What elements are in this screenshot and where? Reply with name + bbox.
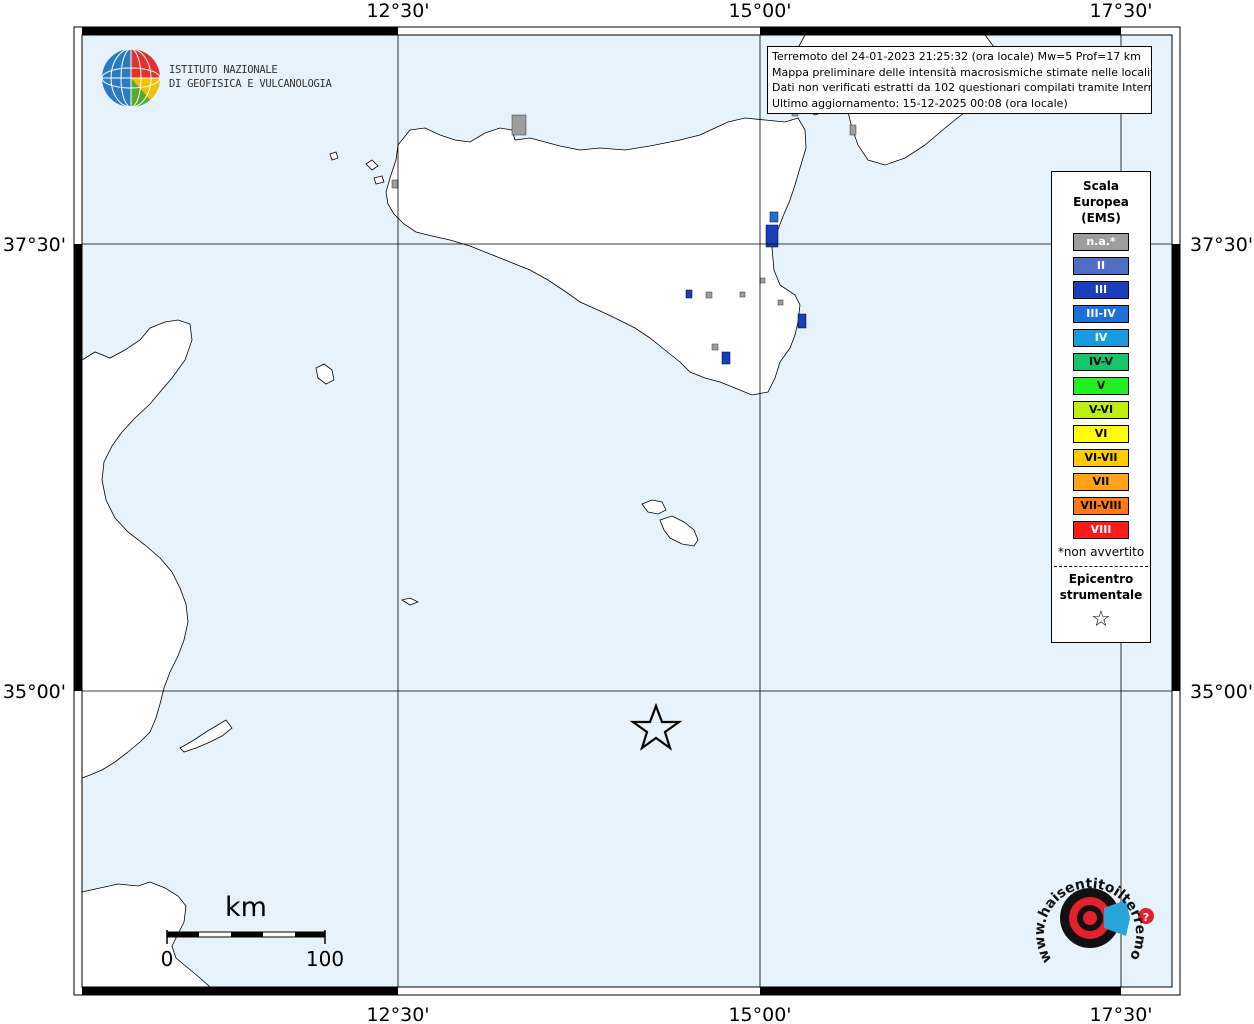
legend-title-line: Europea bbox=[1073, 195, 1129, 209]
intensity-marker bbox=[711, 343, 719, 351]
legend-note: *non avvertito bbox=[1057, 545, 1145, 559]
intensity-marker bbox=[721, 351, 731, 365]
ingv-logo-text: ISTITUTO NAZIONALE DI GEOFISICA E VULCAN… bbox=[169, 63, 332, 91]
intensity-marker bbox=[777, 299, 784, 306]
intensity-marker bbox=[797, 313, 807, 329]
legend-item-iv: IV bbox=[1073, 329, 1129, 347]
legend-item-iv-v: IV-V bbox=[1073, 353, 1129, 371]
legend-item-vi-vii: VI-VII bbox=[1073, 449, 1129, 467]
intensity-marker bbox=[705, 291, 713, 299]
legend-item-v-vi: V-VI bbox=[1073, 401, 1129, 419]
event-info-line: Dati non verificati estratti da 102 ques… bbox=[772, 81, 1152, 94]
lat-label-left: 35°00' bbox=[3, 681, 66, 703]
scale-unit: km bbox=[225, 892, 267, 923]
lat-label-left: 37°30' bbox=[3, 234, 66, 256]
intensity-marker bbox=[739, 291, 746, 298]
legend-title-line: (EMS) bbox=[1081, 211, 1121, 225]
intensity-marker bbox=[849, 124, 857, 136]
legend-divider bbox=[1054, 566, 1148, 567]
legend-items: n.a.* II III III-IV IV IV-V V V-VI VI VI-VII VII VI… bbox=[1052, 233, 1150, 539]
event-info-line: Terremoto del 24-01-2023 21:25:32 (ora l… bbox=[772, 50, 1141, 63]
scale-max: 100 bbox=[306, 947, 344, 971]
lon-label-bottom: 12°30' bbox=[366, 1004, 429, 1024]
scale-min: 0 bbox=[161, 947, 174, 971]
legend-item-ii: II bbox=[1073, 257, 1129, 275]
intensity-marker bbox=[391, 179, 399, 189]
legend-epi-line: strumentale bbox=[1059, 588, 1143, 602]
legend-title: Scala Europea (EMS) bbox=[1052, 178, 1150, 226]
lon-label-bottom: 15°00' bbox=[728, 1004, 791, 1024]
ingv-line1: ISTITUTO NAZIONALE bbox=[169, 64, 278, 76]
lat-label-right: 35°00' bbox=[1190, 681, 1253, 703]
lon-label-top: 17°30' bbox=[1089, 0, 1152, 22]
legend-item-iii: III bbox=[1073, 281, 1129, 299]
intensity-marker bbox=[769, 211, 779, 223]
event-info-line: Mappa preliminare delle intensità macros… bbox=[772, 65, 1152, 79]
lat-label-right: 37°30' bbox=[1190, 234, 1253, 256]
legend-item-vii: VII bbox=[1073, 473, 1129, 491]
legend-epicenter-label: Epicentro strumentale bbox=[1052, 571, 1150, 603]
legend-item-vii-viii: VII-VIII bbox=[1073, 497, 1129, 515]
lon-label-top: 15°00' bbox=[728, 0, 791, 22]
lon-label-top: 12°30' bbox=[366, 0, 429, 22]
legend-item-vi: VI bbox=[1073, 425, 1129, 443]
legend-item-na: n.a.* bbox=[1073, 233, 1129, 251]
intensity-legend: Scala Europea (EMS) n.a.* II III III-IV IV IV… bbox=[1051, 171, 1151, 643]
legend-item-viii: VIII bbox=[1073, 521, 1129, 539]
legend-item-iii-iv: III-IV bbox=[1073, 305, 1129, 323]
ingv-globe-icon bbox=[101, 48, 161, 108]
intensity-marker bbox=[759, 277, 766, 284]
legend-title-line: Scala bbox=[1082, 179, 1120, 193]
lon-label-bottom: 17°30' bbox=[1089, 1004, 1152, 1024]
event-info-box: Terremoto del 24-01-2023 21:25:32 (ora l… bbox=[767, 46, 1152, 114]
legend-epi-line: Epicentro bbox=[1068, 572, 1134, 586]
intensity-marker bbox=[511, 114, 527, 136]
ingv-line2: DI GEOFISICA E VULCANOLOGIA bbox=[169, 78, 332, 90]
legend-star-icon: ☆ bbox=[1091, 607, 1111, 632]
legend-item-v: V bbox=[1073, 377, 1129, 395]
event-info-line: Ultimo aggiornamento: 15-12-2025 00:08 (… bbox=[772, 96, 1068, 110]
intensity-marker bbox=[685, 289, 693, 299]
